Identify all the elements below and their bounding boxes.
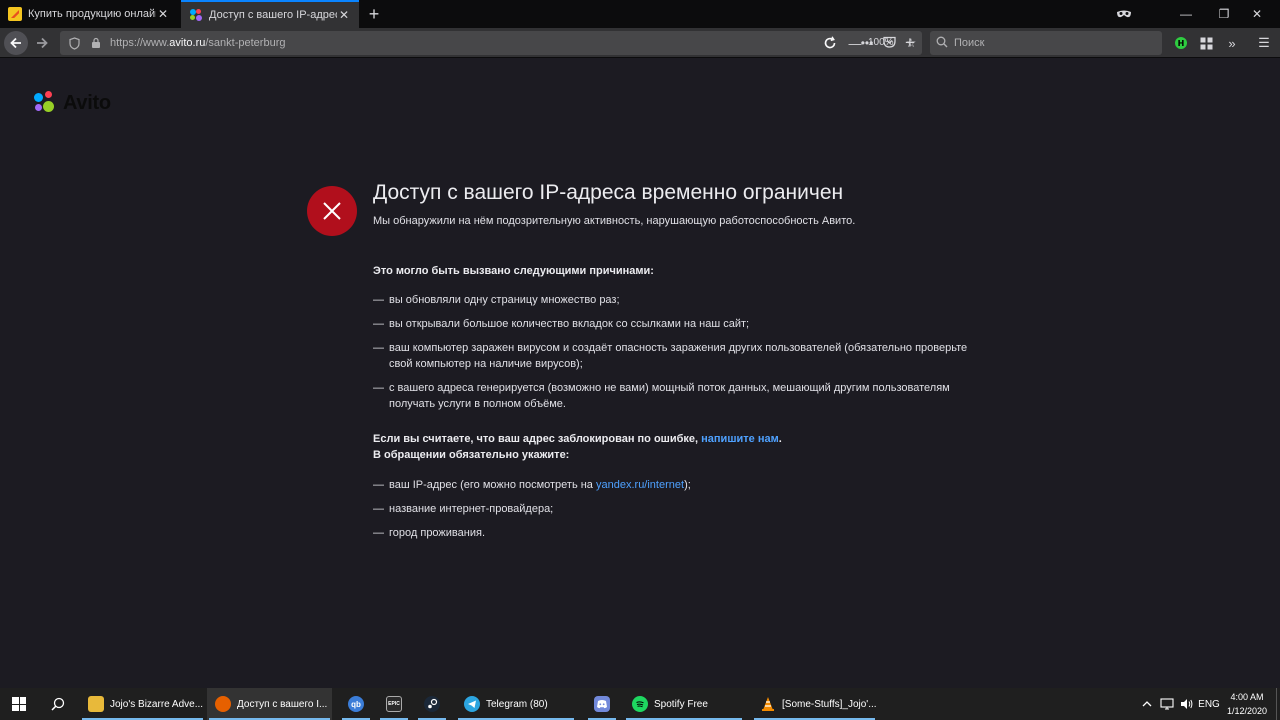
page-title: Доступ с вашего IP-адреса временно огран… <box>373 181 844 204</box>
list-item: — с вашего адреса генерируется (возможно … <box>373 382 950 410</box>
spotify-icon <box>632 696 648 712</box>
contact-paragraph: Если вы считаете, что ваш адрес заблокир… <box>373 433 782 461</box>
epic-games-icon: EPIC <box>386 696 402 712</box>
avito-favicon <box>189 8 203 22</box>
tab-yandex-market[interactable]: Купить продукцию онлайн из ✕ <box>0 0 178 28</box>
zoom-in-button[interactable]: + <box>900 33 920 53</box>
taskbar-app-steam[interactable] <box>416 688 448 720</box>
clock-time: 4:00 AM <box>1230 692 1264 702</box>
clock-date: 1/12/2020 <box>1226 706 1268 716</box>
network-icon[interactable] <box>1158 688 1176 720</box>
reasons-title: Это могло быть вызвано следующими причин… <box>373 265 654 277</box>
contact-text: Если вы считаете, что ваш адрес заблокир… <box>373 433 699 445</box>
navigation-bar: https://www.avito.ru/sankt-peterburg •••… <box>0 28 1280 58</box>
url-path: /sankt-peterburg <box>205 37 286 49</box>
list-item: — ваш компьютер заражен вирусом и создаёт… <box>373 342 968 370</box>
contact-instructions: В обращении обязательно укажите: <box>373 449 570 461</box>
zoom-level[interactable]: 100% <box>868 32 894 54</box>
arrow-right-icon <box>37 37 48 49</box>
list-item: — название интернет-провайдера; <box>373 503 554 515</box>
reload-icon[interactable] <box>820 33 840 53</box>
search-placeholder: Поиск <box>954 37 985 49</box>
yandex-internet-link[interactable]: yandex.ru/internet <box>596 479 684 491</box>
show-desktop-button[interactable] <box>1276 688 1280 720</box>
folder-icon <box>88 696 104 712</box>
discord-icon <box>594 696 610 712</box>
url-prefix: https://www. <box>110 37 170 49</box>
back-button[interactable] <box>4 31 28 55</box>
yandex-market-favicon <box>8 7 22 21</box>
address-bar[interactable]: https://www.avito.ru/sankt-peterburg •••… <box>60 31 922 55</box>
windows-taskbar: Jojo's Bizarre Adve... Доступ с вашего I… <box>0 688 1280 720</box>
clock[interactable]: 4:00 AM 1/12/2020 <box>1222 690 1272 718</box>
contact-us-link[interactable]: напишите нам <box>701 433 779 445</box>
tab-title: Купить продукцию онлайн из <box>28 8 156 20</box>
firefox-icon <box>215 696 231 712</box>
taskbar-app-vlc[interactable]: [Some-Stuffs]_Jojo'... <box>752 688 877 720</box>
close-icon[interactable]: ✕ <box>337 8 351 22</box>
forward-button[interactable] <box>30 31 54 55</box>
taskbar-app-explorer[interactable]: Jojo's Bizarre Adve... <box>80 688 205 720</box>
error-icon <box>307 186 357 236</box>
qbittorrent-icon: qb <box>348 696 364 712</box>
arrow-left-icon <box>10 37 21 49</box>
list-item: — вы обновляли одну страницу множество ра… <box>373 294 620 306</box>
list-item: — город проживания. <box>373 527 485 539</box>
windows-logo-icon <box>12 697 26 711</box>
list-item: — ваш IP-адрес (его можно посмотреть на y… <box>373 479 691 491</box>
tab-avito[interactable]: Доступ с вашего IP-адреса вр ✕ <box>181 0 359 28</box>
shield-icon[interactable] <box>66 35 82 51</box>
start-button[interactable] <box>0 688 38 720</box>
search-input[interactable]: Поиск <box>930 31 1162 55</box>
avito-logo[interactable]: Avito <box>33 91 111 115</box>
close-x-icon <box>323 202 341 220</box>
telegram-icon <box>464 696 480 712</box>
extension-green-icon[interactable]: H <box>1171 33 1191 53</box>
search-icon <box>936 36 948 51</box>
close-window-button[interactable]: ✕ <box>1234 0 1280 28</box>
close-icon[interactable]: ✕ <box>156 7 170 21</box>
overflow-menu-icon[interactable]: » <box>1222 33 1242 53</box>
url-host: avito.ru <box>169 37 206 49</box>
taskbar-app-epic-games[interactable]: EPIC <box>378 688 410 720</box>
taskbar-app-qbittorrent[interactable]: qb <box>340 688 372 720</box>
logo-text: Avito <box>63 91 111 114</box>
list-item: — вы открывали большое количество вкладок… <box>373 318 750 330</box>
tab-bar: Купить продукцию онлайн из ✕ Доступ с ва… <box>0 0 1280 28</box>
url-text[interactable]: https://www.avito.ru/sankt-peterburg <box>110 37 856 49</box>
language-indicator[interactable]: ENG <box>1198 688 1220 720</box>
new-tab-button[interactable]: + <box>364 4 384 24</box>
taskbar-app-spotify[interactable]: Spotify Free <box>624 688 744 720</box>
lock-icon[interactable] <box>88 35 104 51</box>
search-icon <box>51 697 65 711</box>
taskbar-app-telegram[interactable]: Telegram (80) <box>456 688 576 720</box>
taskbar-app-firefox[interactable]: Доступ с вашего I... <box>207 688 332 720</box>
steam-icon <box>424 696 440 712</box>
page-subtitle: Мы обнаружили на нём подозрительную акти… <box>373 215 856 227</box>
error-message-block: Доступ с вашего IP-адреса временно огран… <box>373 181 983 549</box>
page-content: Avito Доступ с вашего IP-адреса временно… <box>0 59 1280 688</box>
taskbar-search-button[interactable] <box>40 688 76 720</box>
svg-text:H: H <box>1178 39 1185 48</box>
private-browsing-icon <box>1116 7 1132 21</box>
reasons-list: — вы обновляли одну страницу множество ра… <box>373 292 983 412</box>
taskbar-app-discord[interactable] <box>586 688 618 720</box>
volume-icon[interactable] <box>1178 688 1196 720</box>
avito-logo-dots <box>33 91 57 115</box>
tab-title: Доступ с вашего IP-адреса вр <box>209 9 337 21</box>
tray-chevron-up-icon[interactable] <box>1138 688 1156 720</box>
extensions-grid-icon[interactable] <box>1196 33 1216 53</box>
hamburger-menu-icon[interactable]: ☰ <box>1254 33 1274 53</box>
vlc-icon <box>760 696 776 712</box>
requirements-list: — ваш IP-адрес (его можно посмотреть на y… <box>373 477 983 541</box>
zoom-out-button[interactable]: — <box>845 33 865 53</box>
